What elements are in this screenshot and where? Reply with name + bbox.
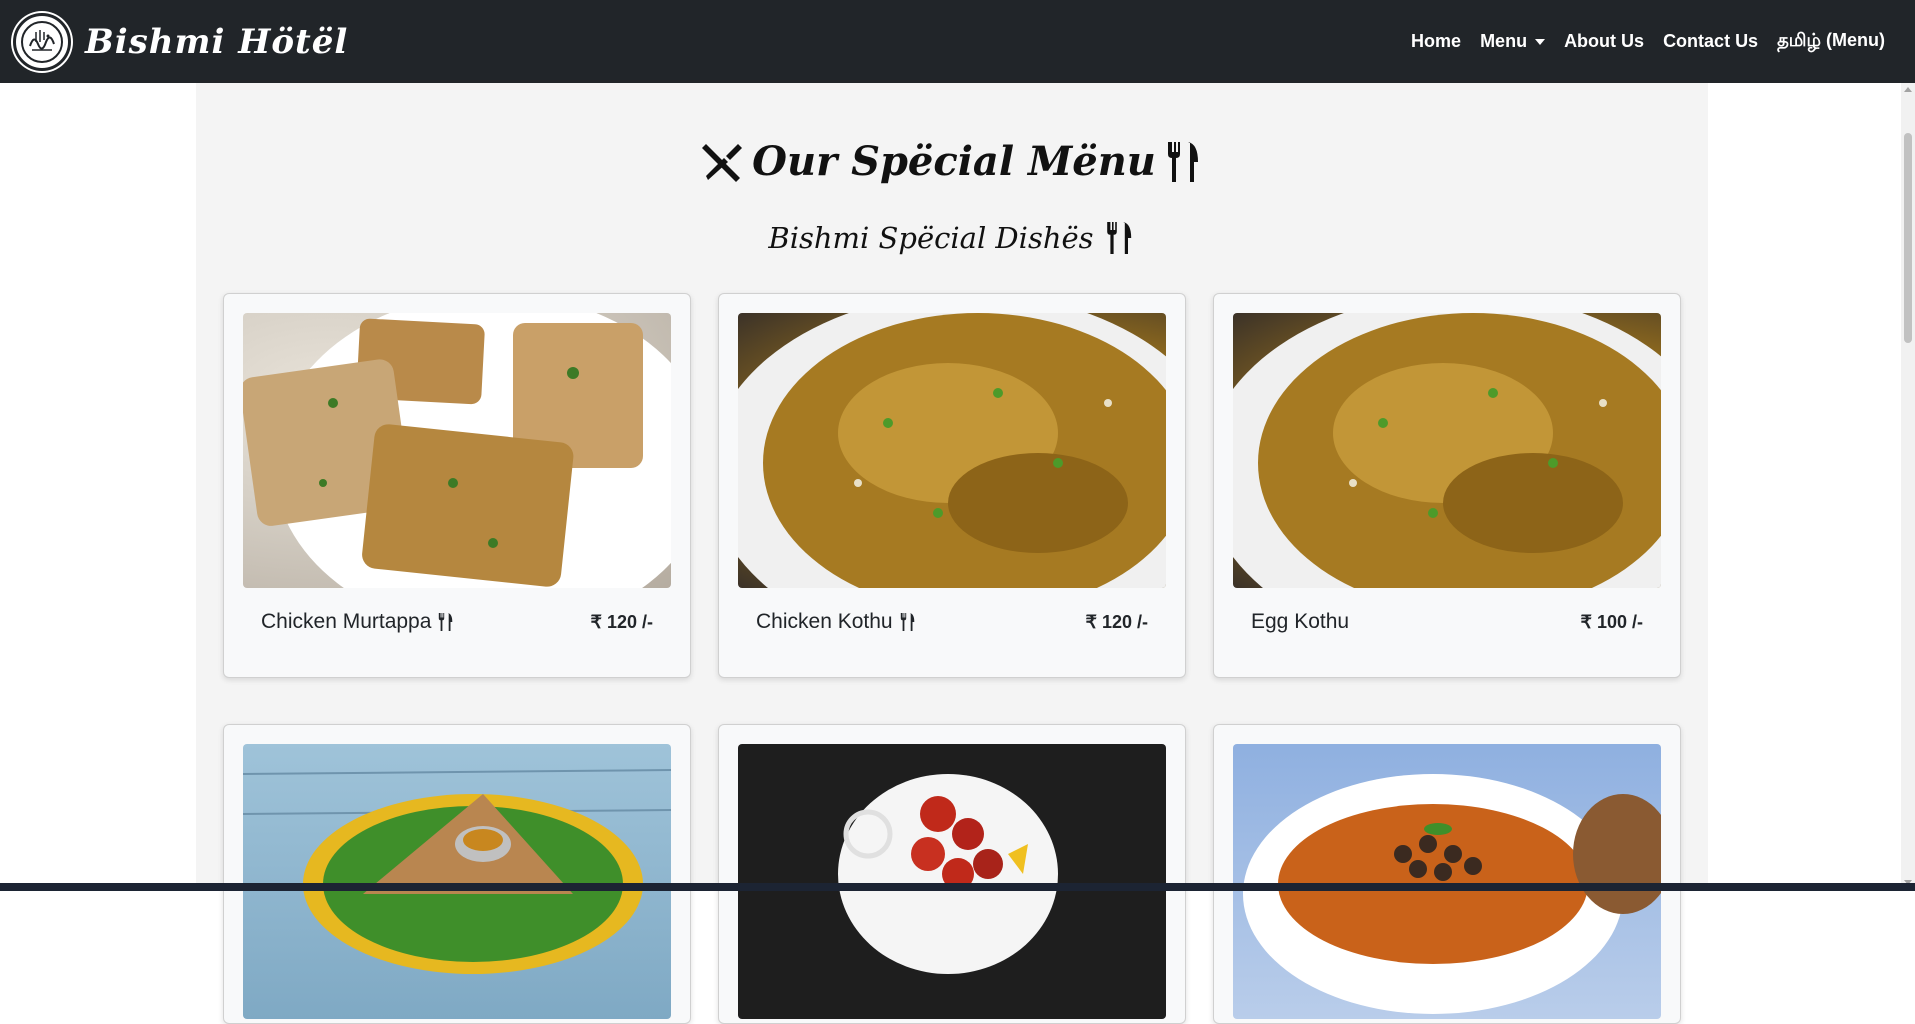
dish-card[interactable]: Egg Kothu ₹ 100 /- — [1213, 293, 1681, 678]
dish-price: ₹ 100 /- — [1581, 612, 1643, 633]
special-menu-section: Our Spëcial Mënu Bishmi Spëcial Dishës — [196, 83, 1708, 891]
dish-info: Egg Kothu ₹ 100 /- — [1251, 610, 1643, 634]
scroll-thumb[interactable] — [1904, 133, 1912, 343]
nav-about-link[interactable]: About Us — [1564, 31, 1644, 52]
bismillah-logo-icon[interactable] — [13, 13, 71, 71]
dish-card[interactable] — [1213, 724, 1681, 1024]
dish-image-egg-kothu — [1233, 313, 1661, 588]
fork-knife-icon — [1104, 220, 1136, 256]
navbar: Bishmi Hötël Home Menu About Us Contact … — [0, 0, 1915, 83]
os-taskbar-edge — [0, 883, 1915, 891]
nav-contact-link[interactable]: Contact Us — [1663, 31, 1758, 52]
fork-knife-icon — [899, 612, 917, 632]
dish-name: Chicken Kothu — [756, 610, 917, 634]
dish-image-chicken-murtappa — [243, 313, 671, 588]
nav-menu-dropdown[interactable]: Menu — [1480, 31, 1545, 52]
dish-name-text: Egg Kothu — [1251, 610, 1349, 634]
brand-name[interactable]: Bishmi Hötël — [85, 22, 348, 62]
fork-knife-icon — [437, 612, 455, 632]
dish-info: Chicken Murtappa ₹ 120 /- — [261, 610, 653, 634]
section-subtitle-text: Bishmi Spëcial Dishës — [768, 221, 1093, 255]
scroll-up-arrow-icon[interactable] — [1904, 87, 1912, 92]
dish-name: Egg Kothu — [1251, 610, 1349, 634]
section-subtitle: Bishmi Spëcial Dishës — [196, 220, 1708, 256]
brand[interactable]: Bishmi Hötël — [13, 13, 348, 71]
dish-name-text: Chicken Kothu — [756, 610, 893, 634]
nav-menu-label: Menu — [1480, 31, 1527, 52]
dish-card[interactable]: Chicken Kothu ₹ 120 /- — [718, 293, 1186, 678]
dish-name-text: Chicken Murtappa — [261, 610, 431, 634]
section-title-text: Our Spëcial Mënu — [752, 138, 1156, 185]
dish-card[interactable] — [718, 724, 1186, 1024]
dish-image-chana-curry — [1233, 744, 1661, 1019]
dish-card[interactable] — [223, 724, 691, 1024]
nav-tamil-menu-link[interactable]: தமிழ் (Menu) — [1777, 30, 1885, 53]
section-title: Our Spëcial Mënu — [196, 138, 1708, 185]
dish-name: Chicken Murtappa — [261, 610, 455, 634]
utensils-crossed-icon — [700, 140, 744, 184]
dish-image-chicken-kothu — [738, 313, 1166, 588]
nav-home-link[interactable]: Home — [1411, 31, 1461, 52]
dish-card[interactable]: Chicken Murtappa ₹ 120 /- — [223, 293, 691, 678]
dish-image-chilli-chicken — [738, 744, 1166, 1019]
page-scrollbar[interactable] — [1901, 83, 1915, 891]
fork-knife-icon — [1164, 140, 1204, 184]
dish-price: ₹ 120 /- — [1086, 612, 1148, 633]
dish-image-dosa — [243, 744, 671, 1019]
dish-info: Chicken Kothu ₹ 120 /- — [756, 610, 1148, 634]
caret-down-icon — [1535, 39, 1545, 45]
nav-links: Home Menu About Us Contact Us தமிழ் (Men… — [1411, 30, 1885, 53]
dish-price: ₹ 120 /- — [591, 612, 653, 633]
